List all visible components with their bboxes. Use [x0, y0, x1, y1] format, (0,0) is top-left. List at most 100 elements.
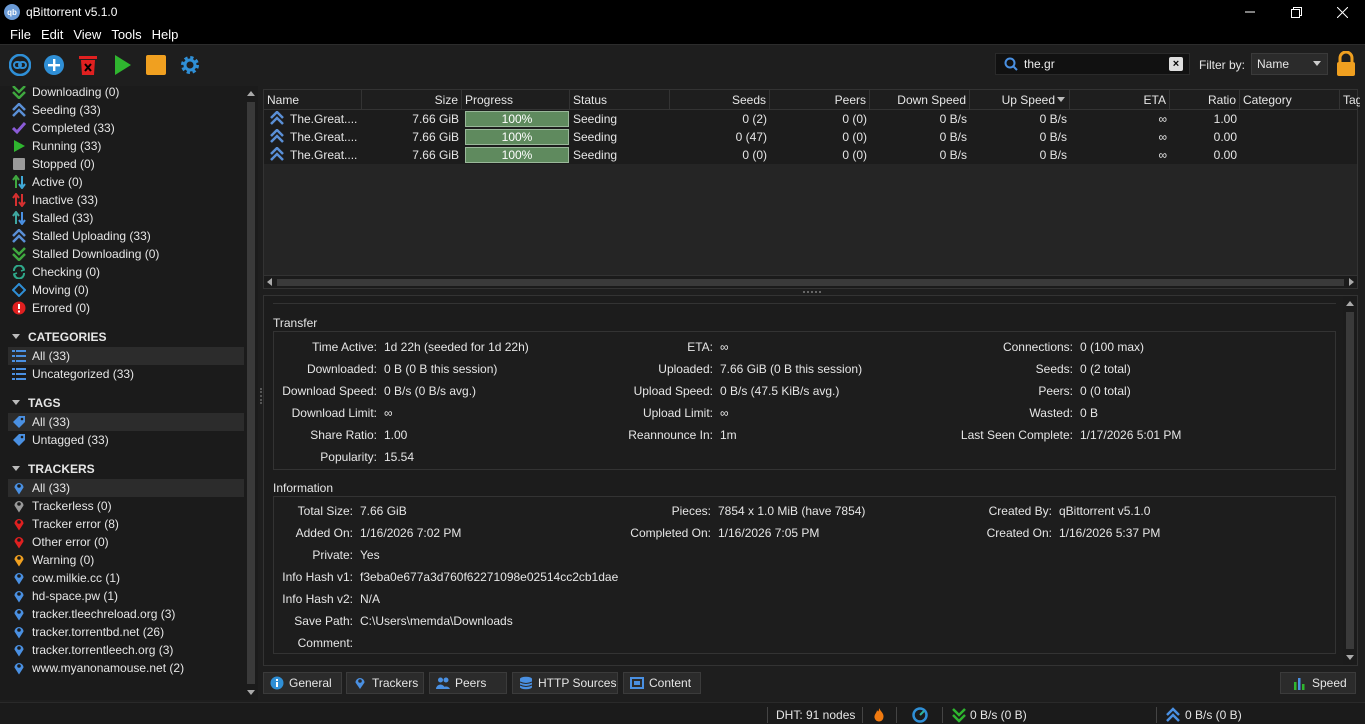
scroll-up-icon[interactable]: [1346, 301, 1354, 306]
start-torrent-button[interactable]: [105, 48, 139, 82]
properties-scrollbar[interactable]: [1343, 296, 1357, 665]
vertical-splitter[interactable]: [260, 388, 262, 404]
menu-help[interactable]: Help: [147, 27, 184, 42]
delete-torrent-button[interactable]: [71, 48, 105, 82]
scrollbar-thumb[interactable]: [1346, 312, 1354, 649]
column-up-speed[interactable]: Up Speed: [970, 90, 1070, 110]
status-filter-item[interactable]: Seeding (33): [8, 101, 244, 119]
status-filter-item[interactable]: Stalled (33): [8, 209, 244, 227]
tracker-filter-item[interactable]: Other error (0): [8, 533, 244, 551]
menu-tools[interactable]: Tools: [106, 27, 146, 42]
progress-bar: 100%: [465, 147, 569, 163]
scroll-right-icon[interactable]: [1349, 278, 1354, 286]
column-peers[interactable]: Peers: [770, 90, 870, 110]
tracker-pin-icon: [14, 537, 24, 549]
column-seeds[interactable]: Seeds: [670, 90, 770, 110]
horizontal-splitter[interactable]: [803, 291, 821, 293]
tab-http-sources[interactable]: HTTP Sources: [512, 672, 618, 694]
upload-speed[interactable]: 0 B/s (0 B): [1185, 708, 1242, 722]
status-filter-item[interactable]: Errored (0): [8, 299, 244, 317]
status-filter-item[interactable]: Completed (33): [8, 119, 244, 137]
column-tag[interactable]: Tag: [1340, 90, 1360, 110]
tab-trackers[interactable]: Trackers: [346, 672, 424, 694]
scroll-down-icon[interactable]: [1346, 655, 1354, 660]
status-filter-item[interactable]: Active (0): [8, 173, 244, 191]
speed-chart-icon: [1294, 678, 1305, 690]
column-ratio[interactable]: Ratio: [1170, 90, 1240, 110]
transfer-field-label: Uploaded:: [658, 362, 713, 376]
options-button[interactable]: [173, 48, 207, 82]
list-icon: [12, 368, 26, 380]
tab-content[interactable]: Content: [623, 672, 701, 694]
column-progress[interactable]: Progress: [462, 90, 570, 110]
add-torrent-file-button[interactable]: [37, 48, 71, 82]
status-filter-item[interactable]: Stalled Downloading (0): [8, 245, 244, 263]
tracker-filter-item[interactable]: www.myanonamouse.net (2): [8, 659, 244, 677]
stop-torrent-button[interactable]: [139, 48, 173, 82]
torrent-row[interactable]: The.Great.... 7.66 GiB Seeding 0 (2) 0 (0) 0 …: [264, 110, 1357, 128]
column-eta[interactable]: ETA: [1070, 90, 1170, 110]
scrollbar-thumb[interactable]: [277, 279, 1344, 286]
tracker-filter-item[interactable]: tracker.torrentbd.net (26): [8, 623, 244, 641]
lock-button[interactable]: [1335, 50, 1357, 80]
scroll-up-icon[interactable]: [247, 91, 255, 96]
status-filter-item[interactable]: Moving (0): [8, 281, 244, 299]
tab-peers[interactable]: Peers: [429, 672, 507, 694]
connection-status-icon[interactable]: [872, 707, 886, 723]
tracker-filter-item[interactable]: hd-space.pw (1): [8, 587, 244, 605]
status-filter-item[interactable]: Downloading (0): [8, 86, 244, 101]
tracker-filter-item[interactable]: cow.milkie.cc (1): [8, 569, 244, 587]
information-section: Total Size: 7.66 GiB Added On: 1/16/2026 7:…: [273, 496, 1336, 654]
properties-panel: Transfer Time Active: 1d 22h (seeded for …: [263, 295, 1358, 666]
categories-header[interactable]: CATEGORIES: [8, 326, 244, 347]
category-all[interactable]: All (33): [8, 347, 244, 365]
transfer-field-value: 1.00: [384, 428, 408, 442]
menu-edit[interactable]: Edit: [36, 27, 68, 42]
status-filter-item[interactable]: Stalled Uploading (33): [8, 227, 244, 245]
tab-speed[interactable]: Speed: [1280, 672, 1356, 694]
information-field-label: Created On:: [986, 526, 1052, 540]
tracker-filter-item[interactable]: tracker.torrentleech.org (3): [8, 641, 244, 659]
tag-all[interactable]: All (33): [8, 413, 244, 431]
tag-untagged[interactable]: Untagged (33): [8, 431, 244, 449]
tracker-filter-item[interactable]: All (33): [8, 479, 244, 497]
status-filter-item[interactable]: Inactive (33): [8, 191, 244, 209]
clear-search-icon[interactable]: ×: [1169, 57, 1183, 71]
tracker-filter-item[interactable]: tracker.tleechreload.org (3): [8, 605, 244, 623]
sidebar-scrollbar[interactable]: [244, 86, 258, 700]
column-down-speed[interactable]: Down Speed: [870, 90, 970, 110]
download-speed[interactable]: 0 B/s (0 B): [970, 708, 1027, 722]
alt-speed-icon[interactable]: [912, 707, 928, 723]
column-status[interactable]: Status: [570, 90, 670, 110]
tracker-filter-item[interactable]: Tracker error (8): [8, 515, 244, 533]
scroll-down-icon[interactable]: [247, 690, 255, 695]
tab-general[interactable]: General: [263, 672, 342, 694]
menu-file[interactable]: File: [5, 27, 36, 42]
status-filter-item[interactable]: Checking (0): [8, 263, 244, 281]
column-size[interactable]: Size: [362, 90, 462, 110]
status-filter-item[interactable]: Stopped (0): [8, 155, 244, 173]
transfer-field-value: 0 (0 total): [1080, 384, 1131, 398]
scrollbar-thumb[interactable]: [247, 102, 255, 684]
minimize-button[interactable]: [1227, 0, 1273, 24]
menu-view[interactable]: View: [68, 27, 106, 42]
column-name[interactable]: Name: [264, 90, 362, 110]
horizontal-scrollbar[interactable]: [264, 275, 1357, 288]
checkmark-icon: [12, 122, 26, 135]
filter-by-select[interactable]: Name: [1251, 53, 1328, 75]
tags-header[interactable]: TAGS: [8, 392, 244, 413]
add-torrent-link-button[interactable]: [3, 48, 37, 82]
category-uncategorized[interactable]: Uncategorized (33): [8, 365, 244, 383]
column-category[interactable]: Category: [1240, 90, 1340, 110]
torrent-row[interactable]: The.Great.... 7.66 GiB Seeding 0 (47) 0 (0) 0…: [264, 128, 1357, 146]
search-input[interactable]: the.gr ×: [995, 53, 1190, 75]
close-button[interactable]: [1319, 0, 1365, 24]
status-filter-item[interactable]: Running (33): [8, 137, 244, 155]
torrent-row[interactable]: The.Great.... 7.66 GiB Seeding 0 (0) 0 (0) 0 …: [264, 146, 1357, 164]
restore-button[interactable]: [1273, 0, 1319, 24]
transfer-field-label: Download Limit:: [291, 406, 377, 420]
tracker-filter-item[interactable]: Trackerless (0): [8, 497, 244, 515]
scroll-left-icon[interactable]: [267, 278, 272, 286]
trackers-header[interactable]: TRACKERS: [8, 458, 244, 479]
tracker-filter-item[interactable]: Warning (0): [8, 551, 244, 569]
